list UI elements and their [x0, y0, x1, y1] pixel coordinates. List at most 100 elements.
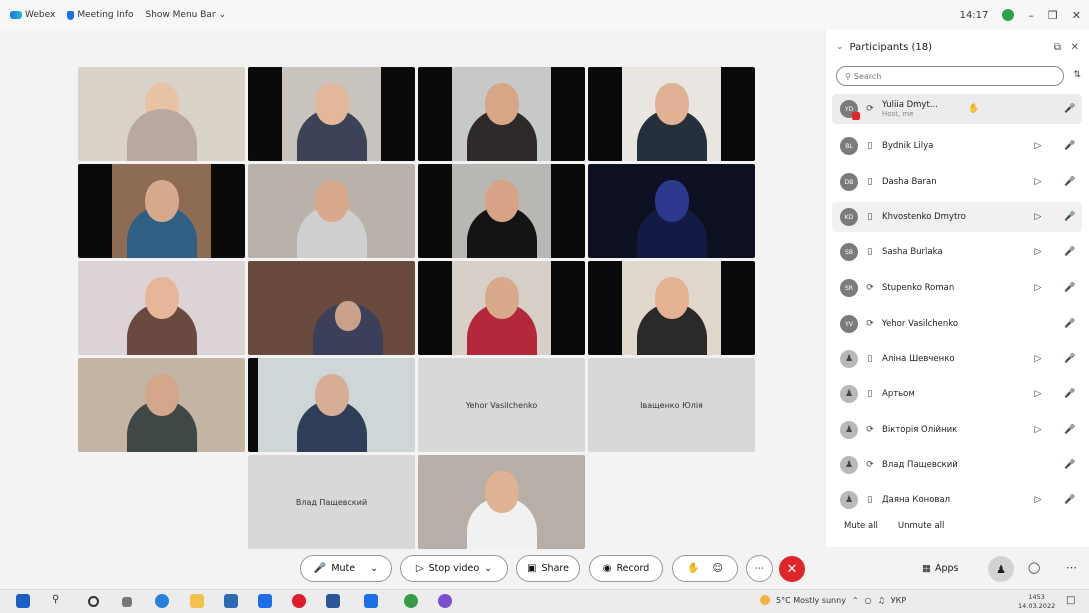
word-icon[interactable] — [326, 594, 340, 608]
close-icon[interactable]: ✕ — [1071, 42, 1079, 53]
mic-muted-icon[interactable]: 🎤 — [1064, 460, 1075, 470]
network-icon[interactable]: ○ — [865, 596, 872, 605]
record-button[interactable]: ◉ Record — [589, 555, 663, 582]
minimize-icon[interactable]: – — [1028, 9, 1034, 22]
weather-text[interactable]: 5°C Mostly sunny — [776, 596, 846, 605]
edge-icon[interactable] — [155, 594, 169, 608]
mic-muted-icon[interactable]: 🎤 — [1064, 319, 1075, 329]
mute-button[interactable]: 🎤 Mute ⌄ — [300, 555, 392, 582]
more-options-button[interactable]: ⋯ — [746, 555, 773, 582]
video-tile[interactable] — [588, 67, 755, 161]
participant-row[interactable]: ♟ ⟳ Влад Пащевский 🎤 — [832, 450, 1082, 480]
search-icon[interactable]: ⚲ — [52, 594, 66, 608]
webex-app-menu[interactable]: Webex — [10, 10, 55, 20]
meeting-info-button[interactable]: Meeting Info — [67, 10, 134, 20]
participant-row[interactable]: SR ⟳ Stupenko Roman ▷ 🎤 — [832, 273, 1082, 303]
chat-icon[interactable]: ◯ — [1028, 561, 1040, 574]
participant-video — [314, 374, 349, 416]
more-horizontal-icon[interactable]: ⋯ — [1066, 561, 1077, 574]
mic-muted-icon[interactable]: 🎤 — [1064, 354, 1075, 364]
participant-name: Stupenko Roman — [882, 283, 955, 293]
participant-row[interactable]: YV ⟳ Yehor Vasilchenko 🎤 — [832, 309, 1082, 339]
video-tile-name-only[interactable]: Влад Пащевский — [248, 455, 415, 549]
popout-icon[interactable]: ⧉ — [1054, 42, 1061, 53]
stop-video-button[interactable]: ▷ Stop video ⌄ — [400, 555, 508, 582]
mic-muted-icon[interactable]: 🎤 — [1064, 389, 1075, 399]
chevron-up-icon[interactable]: ⌃ — [852, 596, 859, 605]
opera-icon[interactable] — [292, 594, 306, 608]
explorer-icon[interactable] — [190, 594, 204, 608]
video-tile[interactable] — [78, 358, 245, 452]
collapse-chevron-icon[interactable]: ⌄ — [836, 42, 844, 52]
participant-row[interactable]: BL ▯ Bydnik Lilya ▷ 🎤 — [832, 131, 1082, 161]
video-tile[interactable] — [248, 164, 415, 258]
participant-row[interactable]: SB ▯ Sasha Burlaka ▷ 🎤 — [832, 237, 1082, 267]
unmute-all-button[interactable]: Unmute all — [898, 521, 944, 531]
show-menu-bar-button[interactable]: Show Menu Bar ⌄ — [146, 10, 227, 20]
video-tile[interactable] — [418, 455, 585, 549]
task-view-icon[interactable] — [122, 597, 132, 607]
phone-icon: ▯ — [867, 177, 873, 187]
sort-icon[interactable]: ⇅ — [1073, 70, 1081, 80]
connection-status-icon[interactable] — [1002, 9, 1015, 21]
participant-video — [314, 180, 349, 222]
participant-row[interactable]: ♟ ▯ Аліна Шевченко ▷ 🎤 — [832, 344, 1082, 374]
keyboard-language[interactable]: УКР — [891, 596, 906, 605]
video-tile[interactable] — [248, 67, 415, 161]
participant-row[interactable]: ♟ ▯ Артьом ▷ 🎤 — [832, 379, 1082, 409]
participant-name: Sasha Burlaka — [882, 247, 943, 257]
participant-name: Dasha Baran — [882, 177, 937, 187]
video-tile[interactable] — [248, 358, 415, 452]
avatar-placeholder-icon: ♟ — [840, 456, 858, 474]
mic-muted-icon[interactable]: 🎤 — [1064, 283, 1075, 293]
mic-muted-icon[interactable]: 🎤 — [1064, 425, 1075, 435]
phone-icon: ▯ — [867, 247, 873, 257]
chrome-icon[interactable] — [404, 594, 418, 608]
store-icon[interactable] — [224, 594, 238, 608]
end-call-button[interactable]: ✕ — [779, 556, 805, 582]
apps-icon: ▦ — [922, 563, 931, 574]
chevron-down-icon[interactable]: ⌄ — [484, 563, 492, 574]
restore-icon[interactable]: ❐ — [1048, 9, 1058, 22]
participant-row[interactable]: DB ▯ Dasha Baran ▷ 🎤 — [832, 167, 1082, 197]
taskbar-clock[interactable]: 1453 14.03.2022 — [1018, 593, 1055, 611]
video-tile[interactable] — [78, 261, 245, 355]
mute-all-button[interactable]: Mute all — [844, 521, 878, 531]
mic-muted-icon[interactable]: 🎤 — [1064, 177, 1075, 187]
video-tile[interactable] — [418, 261, 585, 355]
video-tile[interactable] — [588, 261, 755, 355]
webex-taskbar-icon[interactable] — [364, 594, 378, 608]
mic-on-icon[interactable]: 🎤 — [1064, 104, 1075, 114]
video-tile[interactable] — [588, 164, 755, 258]
video-tile[interactable] — [248, 261, 415, 355]
video-tile-name-only[interactable]: Іващенко Юлія — [588, 358, 755, 452]
video-tile[interactable] — [418, 67, 585, 161]
notification-icon[interactable]: □ — [1066, 595, 1075, 606]
video-tile[interactable] — [418, 164, 585, 258]
video-tile-name-only[interactable]: Yehor Vasilchenko — [418, 358, 585, 452]
participant-row[interactable]: KD ▯ Khvostenko Dmytro ▷ 🎤 — [832, 202, 1082, 232]
share-button[interactable]: ▣ Share — [516, 555, 580, 582]
reactions-button[interactable]: ✋ ☺ — [672, 555, 738, 582]
cortana-icon[interactable] — [88, 596, 99, 607]
video-tile[interactable] — [78, 164, 245, 258]
participant-row[interactable]: ♟ ⟳ Вікторія Олійник ▷ 🎤 — [832, 415, 1082, 445]
sync-icon: ⟳ — [866, 104, 874, 114]
windows-start-icon[interactable] — [16, 594, 30, 608]
video-tile[interactable] — [78, 67, 245, 161]
viber-icon[interactable] — [438, 594, 452, 608]
photos-icon[interactable] — [258, 594, 272, 608]
participant-video — [654, 277, 689, 319]
mic-muted-icon[interactable]: 🎤 — [1064, 212, 1075, 222]
participant-row[interactable]: YD ⟳ Yuliia Dmyt... Host, me ✋ 🎤 — [832, 94, 1082, 124]
participant-row[interactable]: ♟ ▯ Даяна Коновал ▷ 🎤 — [832, 485, 1082, 515]
mic-muted-icon[interactable]: 🎤 — [1064, 247, 1075, 257]
apps-button[interactable]: ▦ Apps — [922, 563, 959, 574]
participants-toggle-button[interactable]: ♟ — [988, 556, 1014, 582]
mic-muted-icon[interactable]: 🎤 — [1064, 495, 1075, 505]
close-icon[interactable]: ✕ — [1072, 9, 1081, 22]
volume-icon[interactable]: ♫ — [878, 596, 885, 605]
chevron-down-icon[interactable]: ⌄ — [370, 563, 378, 574]
mic-muted-icon[interactable]: 🎤 — [1064, 141, 1075, 151]
search-input[interactable]: ⚲ Search — [836, 66, 1064, 86]
